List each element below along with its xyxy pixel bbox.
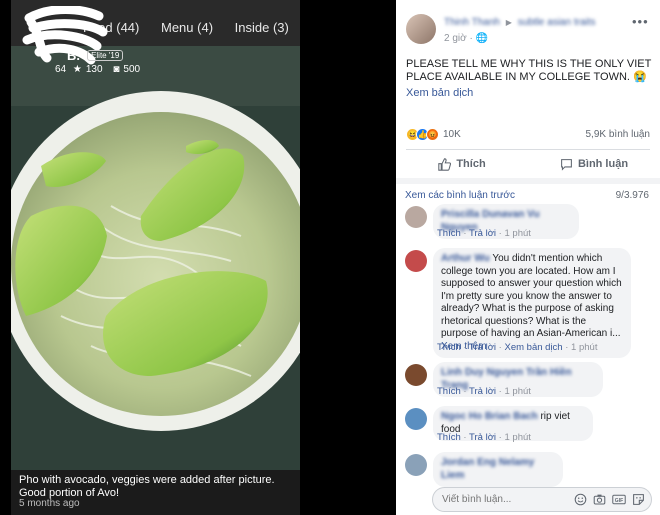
camera-small-icon: ◙ [113, 64, 120, 75]
comment-time: 1 phút [571, 342, 598, 353]
angry-reaction-icon: 😡 [426, 127, 439, 141]
facebook-post: Thinh Thanh ▶ subtle asian traits 2 giờ … [396, 0, 660, 515]
composer-icons: GIF [568, 493, 645, 506]
yelp-user-stats: 64 ★ 130 ◙ 500 [55, 64, 148, 75]
group-name[interactable]: subtle asian traits [518, 17, 596, 28]
arrow-right-icon: ▶ [505, 18, 512, 27]
commenter-name[interactable]: Arthur Wu [441, 253, 490, 264]
commenter-name[interactable]: Ngoc Ho Brian Bach [441, 411, 538, 422]
food-photo [11, 46, 300, 470]
pho-bowl-image [11, 46, 300, 470]
post-meta: 2 giờ · 🌐 [444, 33, 489, 44]
comment-time: 1 phút [504, 228, 531, 239]
comment-composer[interactable]: GIF [432, 487, 652, 512]
like-button[interactable]: Thích [396, 150, 528, 178]
comment-like-link[interactable]: Thích [437, 386, 461, 397]
comment-icon [561, 158, 572, 171]
post-author-line: Thinh Thanh ▶ subtle asian traits [444, 17, 596, 28]
svg-text:GIF: GIF [615, 498, 623, 504]
sticker-icon[interactable] [632, 493, 645, 506]
camera-icon[interactable] [593, 493, 606, 506]
comment-reply-link[interactable]: Trả lời [469, 228, 496, 239]
photo-tabs: Food (44) Menu (4) Inside (3) [83, 20, 300, 35]
photo-caption: Pho with avocado, veggies were added aft… [19, 474, 275, 499]
comment-pager: 9/3.976 [615, 190, 649, 201]
yelp-user-info[interactable]: B. Elite '19 64 ★ 130 ◙ 500 [15, 48, 148, 75]
author-name[interactable]: Thinh Thanh [444, 17, 500, 28]
tab-menu[interactable]: Menu (4) [161, 20, 213, 35]
comment-like-link[interactable]: Thích [437, 432, 461, 443]
comment-time: 1 phút [504, 386, 531, 397]
post-actions: Thích Bình luận [396, 150, 660, 178]
view-previous-comments-link[interactable]: Xem các bình luận trước [405, 190, 515, 201]
globe-icon: 🌐 [475, 33, 489, 44]
see-translation-link[interactable]: Xem bản dịch [406, 87, 473, 99]
comment-like-link[interactable]: Thích [437, 342, 461, 353]
comment-bubble: Jordan Eng Nelamy Liem [433, 452, 563, 487]
commenter-avatar[interactable] [405, 408, 427, 430]
post-text: PLEASE TELL ME WHY THIS IS THE ONLY VIET… [406, 58, 652, 83]
reactions-summary[interactable]: 😆 👍 😡 10K [406, 127, 461, 141]
photo-time: 5 months ago [19, 498, 80, 509]
gif-icon[interactable]: GIF [612, 493, 626, 506]
comment-button[interactable]: Bình luận [528, 150, 660, 178]
photos-count: ◙ 500 [113, 64, 141, 75]
like-label: Thích [456, 158, 486, 170]
commenter-avatar[interactable] [405, 364, 427, 386]
comment-text: You didn't mention which college town yo… [441, 253, 622, 339]
friends-count: 64 [55, 64, 67, 75]
comment-time: 1 phút [504, 432, 531, 443]
tab-inside[interactable]: Inside (3) [235, 20, 289, 35]
commenter-avatar[interactable] [405, 454, 427, 476]
comment-actions: Thích · Trả lời · Xem bản dịch · 1 phút [437, 342, 598, 353]
comment-actions: Thích · Trả lời · 1 phút [437, 432, 531, 443]
emoji-icon[interactable] [574, 493, 587, 506]
more-icon[interactable]: ••• [632, 14, 649, 29]
comment-count[interactable]: 5,9K bình luận [586, 129, 651, 140]
commenter-name[interactable]: Jordan Eng Nelamy Liem [441, 457, 534, 481]
comment-label: Bình luận [577, 158, 629, 170]
yelp-photo-viewer: Food (44) Menu (4) Inside (3) B. Elite '… [11, 0, 300, 515]
commenter-avatar[interactable] [405, 250, 427, 272]
yelp-user-name[interactable]: B. [67, 48, 80, 63]
comment-actions: Thích · Trả lời · 1 phút [437, 228, 531, 239]
post-time[interactable]: 2 giờ [444, 33, 467, 44]
comment-actions: Thích · Trả lời · 1 phút [437, 386, 531, 397]
author-avatar[interactable] [406, 14, 436, 44]
comment-reply-link[interactable]: Trả lời [469, 386, 496, 397]
comment-reply-link[interactable]: Trả lời [469, 432, 496, 443]
section-divider [396, 178, 660, 184]
elite-badge: Elite '19 [87, 50, 124, 61]
comment-translate-link[interactable]: Xem bản dịch [505, 342, 563, 353]
comment-reply-link[interactable]: Trả lời [469, 342, 496, 353]
review-star-icon: ★ [72, 64, 82, 75]
like-icon [438, 157, 452, 171]
commenter-avatar[interactable] [405, 206, 427, 228]
comment-input[interactable] [442, 494, 552, 505]
reaction-count: 10K [443, 128, 461, 140]
reviews-count: ★ 130 [72, 64, 103, 75]
comment-like-link[interactable]: Thích [437, 228, 461, 239]
